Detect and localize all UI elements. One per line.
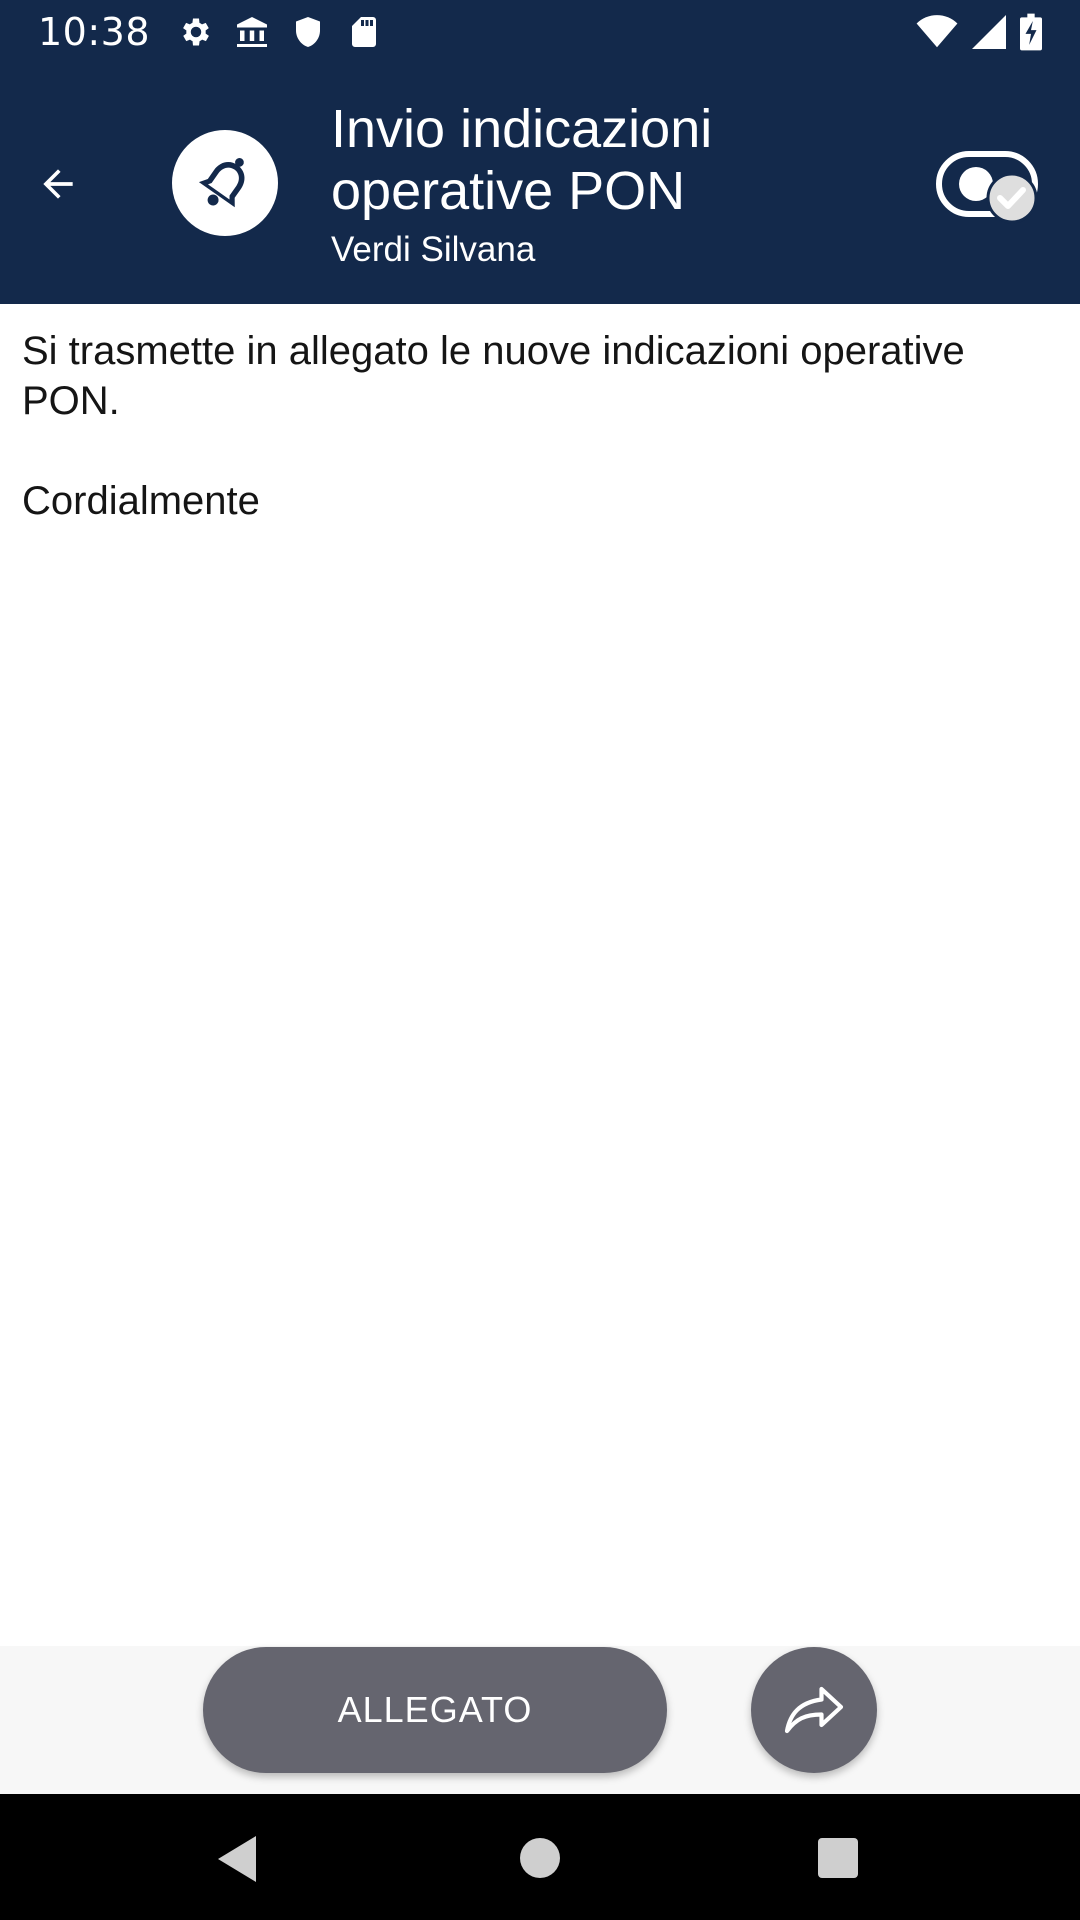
attachment-button[interactable]: ALLEGATO <box>203 1647 667 1773</box>
page-title: Invio indicazioni operative PON <box>331 99 713 221</box>
signal-icon <box>972 15 1006 49</box>
sd-card-icon <box>352 17 377 47</box>
bell-icon <box>198 158 245 208</box>
sender-name: Verdi Silvana <box>331 230 536 269</box>
nav-back-icon[interactable] <box>216 1834 260 1884</box>
battery-charging-icon <box>1020 13 1042 51</box>
gear-icon <box>183 18 209 46</box>
nav-recents-icon[interactable] <box>818 1838 858 1878</box>
share-icon <box>784 1686 844 1734</box>
status-time: 10:38 <box>38 10 151 54</box>
wifi-icon <box>916 15 958 48</box>
status-icons-left <box>178 14 382 50</box>
back-button[interactable] <box>30 156 86 212</box>
status-bar: 10:38 <box>0 0 1080 64</box>
nav-bar <box>0 1794 1080 1920</box>
nav-home-icon[interactable] <box>520 1838 560 1878</box>
message-body: Si trasmette in allegato le nuove indica… <box>22 329 965 523</box>
app-header: Invio indicazioni operative PON Verdi Si… <box>0 64 1080 304</box>
share-button[interactable] <box>751 1647 877 1773</box>
status-icons-right <box>916 13 1042 51</box>
read-toggle-icon <box>936 151 1038 224</box>
shield-icon <box>296 17 321 47</box>
avatar <box>172 130 278 236</box>
arrow-back-icon <box>43 169 73 199</box>
read-toggle[interactable] <box>936 144 1046 234</box>
bank-icon <box>237 17 268 47</box>
